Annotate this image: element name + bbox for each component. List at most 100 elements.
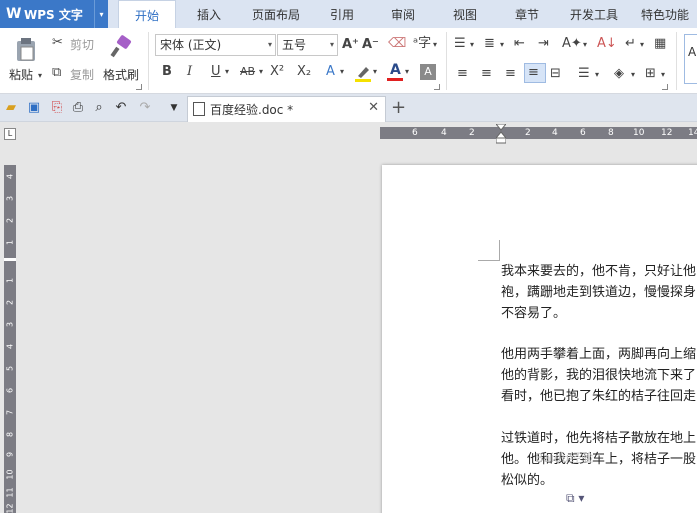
chevron-down-icon[interactable]: ▾	[661, 67, 665, 83]
ruler-tick: 4	[5, 343, 15, 350]
chevron-down-icon[interactable]: ▾	[94, 0, 108, 28]
tab-insert[interactable]: 插入	[186, 0, 232, 28]
highlight-icon[interactable]	[354, 64, 372, 82]
superscript-button[interactable]: X²	[270, 64, 284, 80]
ruler-tick: 2	[469, 128, 475, 138]
font-size-select[interactable]: 五号 ▾	[277, 34, 338, 56]
chevron-down-icon[interactable]: ▾	[583, 37, 587, 53]
chevron-down-icon[interactable]: ▾	[595, 67, 599, 83]
align-left-icon[interactable]: ≡	[457, 66, 468, 82]
char-shading-icon[interactable]: A	[420, 64, 436, 80]
show-marks-icon[interactable]: ↵	[625, 36, 636, 52]
save-icon[interactable]: ▣	[25, 99, 43, 117]
font-color-button[interactable]: A	[386, 61, 404, 83]
font-launcher-icon[interactable]	[434, 84, 440, 90]
text-effect-icon[interactable]: A	[326, 64, 335, 80]
distributed-icon[interactable]: ⊟	[550, 66, 561, 82]
paragraph-launcher-icon[interactable]	[662, 84, 668, 90]
line-spacing-icon[interactable]: ☰	[578, 66, 590, 82]
watermark: Baidu经验	[535, 451, 594, 465]
clipboard-icon	[17, 38, 35, 61]
horizontal-ruler[interactable]	[380, 127, 697, 139]
tab-developer[interactable]: 开发工具	[562, 0, 626, 28]
italic-button[interactable]: I	[187, 64, 192, 80]
print-icon[interactable]: ⎙	[69, 99, 87, 117]
chevron-down-icon[interactable]: ▾	[470, 37, 474, 53]
decrease-indent-icon[interactable]: ⇤	[514, 36, 525, 52]
tab-stop-selector[interactable]: L	[4, 128, 16, 140]
chinese-layout-icon[interactable]: A✦	[562, 36, 582, 52]
document-tab[interactable]: 百度经验.doc * ✕	[187, 96, 386, 122]
shading-fill-icon[interactable]: ◈	[614, 66, 624, 82]
paste-label[interactable]: 粘贴	[9, 66, 33, 83]
export-pdf-icon[interactable]: ⎘	[48, 99, 66, 117]
tab-references[interactable]: 引用	[322, 0, 362, 28]
copy-icon[interactable]: ⧉	[52, 65, 61, 81]
tab-review[interactable]: 审阅	[380, 0, 426, 28]
chevron-down-icon[interactable]: ▾	[38, 68, 42, 84]
chevron-down-icon[interactable]: ▾	[259, 64, 263, 80]
tab-home[interactable]: 开始	[118, 0, 176, 28]
text-line: 他的背影，我的泪很快地流下来了	[501, 368, 697, 383]
new-tab-icon[interactable]: +	[391, 97, 406, 118]
tab-view[interactable]: 视图	[442, 0, 488, 28]
copy-button[interactable]: 复制	[70, 66, 94, 83]
indent-marker-icon[interactable]	[494, 123, 508, 144]
tab-chapter[interactable]: 章节	[504, 0, 550, 28]
underline-button[interactable]: U	[211, 64, 221, 80]
paragraph-3[interactable]: 过铁道时，他先将桔子散放在地上 他。他和我走到车上，将桔子一股 松似的。	[501, 428, 696, 491]
chevron-down-icon[interactable]: ▾	[640, 37, 644, 53]
clear-format-icon[interactable]: ⌫	[388, 36, 406, 52]
phonetic-guide-icon[interactable]: ᵃ字	[413, 36, 431, 52]
bullet-list-icon[interactable]: ☰	[454, 36, 466, 52]
customize-toolbar-icon[interactable]: ▼	[165, 99, 183, 117]
strikethrough-button[interactable]: AB	[240, 64, 255, 80]
increase-indent-icon[interactable]: ⇥	[538, 36, 549, 52]
ruler-tick: 5	[5, 365, 15, 372]
chevron-down-icon[interactable]: ▾	[405, 64, 409, 80]
undo-icon[interactable]: ↶	[112, 99, 130, 117]
document-tab-title: 百度经验.doc *	[210, 103, 294, 117]
chevron-down-icon[interactable]: ▾	[373, 64, 377, 80]
paste-options-icon[interactable]: ⧉ ▾	[566, 491, 592, 509]
vertical-margin-marker[interactable]	[4, 258, 16, 261]
align-right-icon[interactable]: ≡	[505, 66, 516, 82]
align-center-icon[interactable]: ≡	[481, 66, 492, 82]
ruler-tick: 1	[5, 277, 15, 284]
chevron-down-icon[interactable]: ▾	[500, 37, 504, 53]
chevron-down-icon[interactable]: ▾	[631, 67, 635, 83]
font-name-select[interactable]: 宋体 (正文) ▾	[155, 34, 276, 56]
format-painter-button[interactable]: 格式刷	[103, 66, 139, 83]
sort-icon[interactable]: A↓	[597, 36, 617, 52]
table-icon[interactable]: ▦	[654, 36, 666, 52]
print-preview-icon[interactable]: ⌕	[90, 99, 108, 117]
grow-font-button[interactable]: A⁺	[342, 37, 359, 53]
cut-button[interactable]: 剪切	[70, 36, 94, 53]
ruler-tick: 8	[5, 431, 15, 438]
subscript-button[interactable]: X₂	[297, 64, 311, 80]
shrink-font-button[interactable]: A⁻	[362, 37, 379, 53]
app-menu-button[interactable]: W WPS 文字 ▾	[0, 0, 108, 28]
open-folder-icon[interactable]: ▰	[2, 99, 20, 117]
tab-special[interactable]: 特色功能	[634, 0, 696, 28]
justify-button[interactable]: ≡	[524, 63, 546, 83]
close-icon[interactable]: ✕	[368, 100, 379, 115]
paragraph-1[interactable]: 我本来要去的，他不肯，只好让他 袍，蹒跚地走到铁道边，慢慢探身 不容易了。	[501, 261, 696, 324]
tab-page-layout[interactable]: 页面布局	[244, 0, 308, 28]
styles-gallery[interactable]: Aa	[684, 34, 697, 84]
format-painter-icon[interactable]	[106, 34, 136, 62]
text-line: 过铁道时，他先将桔子散放在地上	[501, 431, 697, 446]
text-line: 袍，蹒跚地走到铁道边，慢慢探身	[501, 285, 697, 300]
chevron-down-icon[interactable]: ▾	[225, 64, 229, 80]
redo-icon[interactable]: ↷	[136, 99, 154, 117]
ruler-tick: 1	[5, 239, 15, 246]
bold-button[interactable]: B	[162, 64, 172, 80]
paste-button[interactable]	[8, 34, 44, 66]
paragraph-2[interactable]: 他用两手攀着上面，两脚再向上缩 他的背影，我的泪很快地流下来了 看时，他已抱了朱…	[501, 344, 696, 407]
chevron-down-icon[interactable]: ▾	[433, 37, 437, 53]
chevron-down-icon[interactable]: ▾	[340, 64, 344, 80]
scissors-icon[interactable]: ✂	[52, 35, 63, 51]
numbered-list-icon[interactable]: ≣	[484, 36, 495, 52]
border-icon[interactable]: ⊞	[645, 66, 656, 82]
clipboard-launcher-icon[interactable]	[136, 84, 142, 90]
